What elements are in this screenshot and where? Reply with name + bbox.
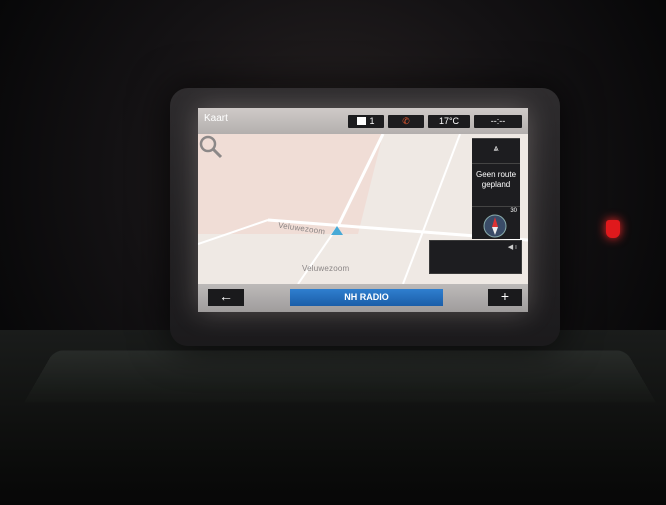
hazard-light-icon	[606, 220, 620, 238]
radio-source-button[interactable]: NH RADIO	[290, 289, 443, 306]
screen-title: Kaart	[204, 113, 228, 124]
route-button[interactable]: Geen route gepland	[472, 163, 520, 206]
dashboard-ledge	[24, 350, 656, 403]
phone-count: 1	[369, 116, 375, 126]
map-mode-icon: ⩓	[493, 143, 499, 153]
phone-status[interactable]: 1	[348, 115, 384, 128]
compass-icon	[483, 214, 507, 238]
back-arrow-icon: ←	[219, 288, 233, 304]
compass-scale: 30	[510, 208, 517, 214]
plus-icon: +	[500, 288, 510, 304]
area-label: Veluwezoom	[302, 264, 350, 273]
clock-display: --:--	[474, 115, 522, 128]
back-button[interactable]: ←	[208, 289, 244, 306]
route-status: Geen route gepland	[475, 170, 517, 189]
vehicle-position-icon	[331, 226, 343, 235]
search-icon[interactable]	[198, 134, 224, 160]
navigation-screen: Kaart 1 ✆ 17°C --:-- Veluwezoom Veluwezo…	[198, 108, 528, 312]
temperature-display: 17°C	[428, 115, 470, 128]
volume-icon: ◀ ı	[507, 244, 517, 251]
map-view-button[interactable]: ⩓	[472, 138, 520, 163]
clock-value: --:--	[490, 116, 506, 126]
compass-button[interactable]: 30	[472, 206, 520, 239]
top-bar: Kaart 1 ✆ 17°C --:--	[198, 108, 528, 134]
zoom-in-button[interactable]: +	[488, 289, 522, 306]
call-status[interactable]: ✆	[388, 115, 424, 128]
phone-handset-icon: ✆	[402, 116, 410, 126]
media-info-panel[interactable]: ◀ ı	[429, 240, 522, 274]
bottom-bar: ← NH RADIO +	[198, 284, 528, 312]
temperature-value: 17°C	[438, 116, 460, 126]
radio-station-label: NH RADIO	[344, 292, 389, 302]
map-area-shade	[198, 134, 383, 234]
phone-book-icon	[357, 117, 367, 125]
